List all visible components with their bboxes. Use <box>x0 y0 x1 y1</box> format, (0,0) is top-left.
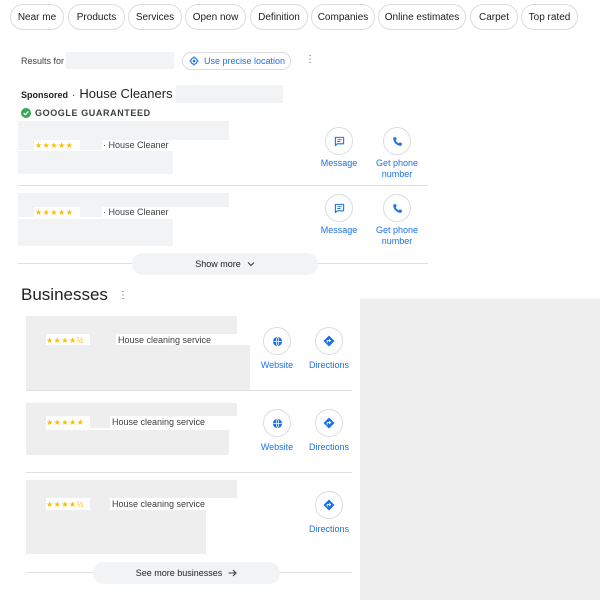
show-more-button[interactable]: Show more <box>132 253 318 275</box>
directions-icon <box>323 499 335 511</box>
get-phone-number-label[interactable]: Get phone number <box>369 225 425 247</box>
ad-category: · House Cleaner <box>103 140 169 150</box>
chevron-down-icon <box>247 261 255 267</box>
rating-stars: ★★★★½ <box>46 500 84 509</box>
directions-label[interactable]: Directions <box>303 360 355 371</box>
arrow-right-icon <box>228 569 238 577</box>
phone-button[interactable] <box>383 194 411 222</box>
ad-rating-redacted <box>18 140 34 150</box>
directions-button[interactable] <box>315 327 343 355</box>
business-details-redacted <box>26 510 206 554</box>
website-button[interactable] <box>263 327 291 355</box>
rating-stars: ★★★★½ <box>46 336 84 345</box>
chip-companies[interactable]: Companies <box>311 4 375 30</box>
review-count-redacted <box>90 498 110 510</box>
divider <box>18 185 428 186</box>
get-phone-number-label[interactable]: Get phone number <box>369 158 425 180</box>
directions-icon <box>323 417 335 429</box>
directions-button[interactable] <box>315 491 343 519</box>
rating-stars: ★★★★★ <box>35 141 74 150</box>
chip-open-now[interactable]: Open now <box>185 4 246 30</box>
see-more-businesses-button[interactable]: See more businesses <box>93 562 280 584</box>
message-label[interactable]: Message <box>313 158 365 169</box>
business-name-redacted <box>26 480 237 498</box>
message-label[interactable]: Message <box>313 225 365 236</box>
business-category: House cleaning service <box>112 499 206 509</box>
chip-definition[interactable]: Definition <box>250 4 308 30</box>
phone-icon <box>392 136 403 147</box>
directions-button[interactable] <box>315 409 343 437</box>
phone-button[interactable] <box>383 127 411 155</box>
divider <box>26 390 352 391</box>
directions-icon <box>323 335 335 347</box>
location-target-icon <box>189 56 199 66</box>
businesses-options-icon[interactable]: ⋮ <box>118 290 128 302</box>
phone-icon <box>392 203 403 214</box>
message-icon <box>334 203 345 214</box>
map-panel-redacted <box>360 299 600 600</box>
sponsored-title-redacted <box>176 85 283 103</box>
globe-icon <box>272 336 283 347</box>
business-details-redacted <box>26 430 229 455</box>
website-label[interactable]: Website <box>252 360 302 371</box>
website-button[interactable] <box>263 409 291 437</box>
globe-icon <box>272 418 283 429</box>
sponsored-header: Sponsored · House Cleaners | <box>21 86 180 101</box>
business-name-redacted <box>26 316 237 334</box>
business-category: House cleaning service <box>112 417 206 427</box>
message-button[interactable] <box>325 127 353 155</box>
google-guaranteed-badge: GOOGLE GUARANTEED <box>21 108 151 118</box>
message-button[interactable] <box>325 194 353 222</box>
ad-details-redacted <box>18 151 173 174</box>
ad-category: · House Cleaner <box>103 207 169 217</box>
chip-top-rated[interactable]: Top rated <box>521 4 578 30</box>
rating-stars: ★★★★★ <box>46 418 85 427</box>
ad-name-redacted <box>18 193 229 207</box>
business-rating-redacted <box>26 416 46 430</box>
message-icon <box>334 136 345 147</box>
review-count-redacted <box>80 140 102 150</box>
review-count-redacted <box>80 207 102 217</box>
sponsored-separator: · <box>72 90 76 101</box>
use-precise-location-button[interactable]: Use precise location <box>182 52 291 70</box>
chip-near-me[interactable]: Near me <box>10 4 64 30</box>
ad-rating-redacted <box>18 207 34 217</box>
chip-carpet[interactable]: Carpet <box>470 4 518 30</box>
rating-stars: ★★★★★ <box>35 208 74 217</box>
business-name-redacted <box>26 403 237 416</box>
business-rating-redacted <box>26 498 46 510</box>
sponsored-label: Sponsored <box>21 90 69 100</box>
chip-products[interactable]: Products <box>68 4 125 30</box>
divider <box>26 472 352 473</box>
directions-label[interactable]: Directions <box>303 524 355 535</box>
location-value-redacted <box>66 52 174 69</box>
review-count-redacted <box>90 416 110 428</box>
business-details-redacted <box>26 345 250 391</box>
business-category: House cleaning service <box>118 335 212 345</box>
chip-services[interactable]: Services <box>128 4 182 30</box>
check-circle-icon <box>21 108 31 118</box>
ad-details-redacted <box>18 219 173 246</box>
chip-online-estimates[interactable]: Online estimates <box>378 4 466 30</box>
directions-label[interactable]: Directions <box>303 442 355 453</box>
sponsored-title: House Cleaners | <box>79 86 180 101</box>
more-options-icon[interactable]: ⋮ <box>305 54 315 66</box>
ad-name-redacted <box>18 121 229 140</box>
results-for-label: Results for <box>21 56 65 66</box>
website-label[interactable]: Website <box>252 442 302 453</box>
businesses-heading: Businesses <box>21 285 108 304</box>
